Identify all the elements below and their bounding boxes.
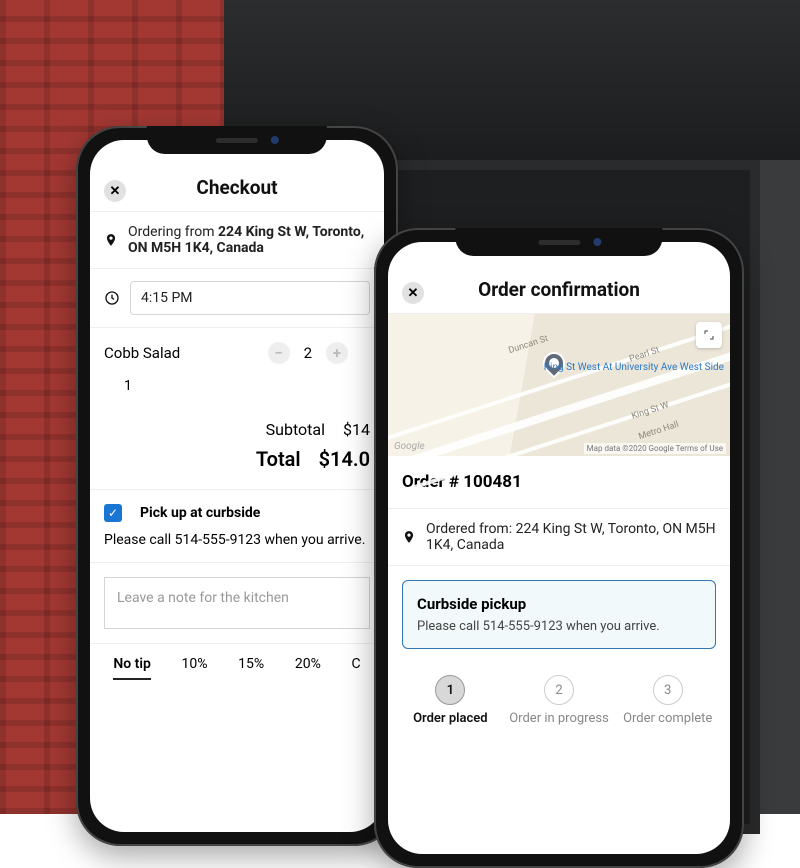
tip-option-none[interactable]: No tip [113,656,151,680]
cart-item-qty: 2 [304,344,312,362]
map-road-label: King St W [631,400,671,421]
order-number: Order # 100481 [388,456,730,509]
curbside-card: Curbside pickup Please call 514-555-9123… [402,580,716,649]
cart-item-subqty: 1 [90,378,384,410]
confirmation-title: Order confirmation [478,278,640,301]
pin-icon [104,231,118,249]
step-order-placed: 1 Order placed [396,675,505,726]
qty-plus-button[interactable]: + [326,342,348,364]
tip-option-15[interactable]: 15% [238,656,264,680]
ordering-prefix: Ordering from [128,224,218,240]
curbside-checkbox[interactable]: ✓ [104,504,122,522]
phone-notch [455,228,662,256]
tip-option-10[interactable]: 10% [182,656,208,680]
curbside-section: ✓ Pick up at curbside Please call 514-55… [90,490,384,563]
step-label: Order complete [613,711,722,726]
pickup-time-row: 4:15 PM [90,269,384,328]
totals: Subtotal $14 Total $14.0 [90,410,384,490]
curbside-message: Please call 514-555-9123 when you arrive… [104,532,370,548]
step-order-progress: 2 Order in progress [505,675,614,726]
tip-option-20[interactable]: 20% [295,656,321,680]
map-transit-label: King St West At University Ave West Side [544,362,724,374]
curbside-label: Pick up at curbside [140,505,260,521]
expand-icon [703,329,715,341]
phone-notch [147,126,327,154]
order-steps: 1 Order placed 2 Order in progress 3 Ord… [388,663,730,726]
map-expand-button[interactable] [696,322,722,348]
phone-confirmation: ✕ Order confirmation Duncan St Pearl St … [374,228,744,868]
curbside-card-title: Curbside pickup [417,595,701,613]
total-value: $14.0 [319,447,370,471]
pin-icon [402,528,416,546]
tip-selector: No tip 10% 15% 20% C [90,643,384,692]
confirmation-screen: ✕ Order confirmation Duncan St Pearl St … [388,242,730,854]
clock-icon [104,290,120,306]
cart-item-name: Cobb Salad [104,344,180,362]
ordering-from: Ordering from 224 King St W, Toronto, ON… [90,212,384,269]
qty-minus-button[interactable]: − [268,342,290,364]
step-number: 2 [544,675,574,705]
step-order-complete: 3 Order complete [613,675,722,726]
ordered-from: Ordered from: 224 King St W, Toronto, ON… [388,509,730,566]
checkout-title: Checkout [196,176,277,199]
phone-checkout: ✕ Checkout Ordering from 224 King St W, … [76,126,398,846]
step-label: Order placed [396,711,505,726]
pickup-time-input[interactable]: 4:15 PM [130,281,370,315]
step-number: 1 [435,675,465,705]
step-label: Order in progress [505,711,614,726]
kitchen-note-input[interactable]: Leave a note for the kitchen [104,577,370,629]
checkout-screen: ✕ Checkout Ordering from 224 King St W, … [90,140,384,832]
step-number: 3 [653,675,683,705]
cart-item-row: Cobb Salad − 2 + [90,328,384,378]
house-number: 1 [751,20,786,100]
tip-option-custom[interactable]: C [351,656,360,680]
total-label: Total [256,447,301,471]
subtotal-label: Subtotal [266,420,325,439]
google-logo: Google [394,441,425,452]
subtotal-value: $14 [343,420,370,439]
map-road-label: Metro Hall [638,420,681,442]
map-attribution: Map data ©2020 Google Terms of Use [584,443,726,454]
map-view[interactable]: Duncan St Pearl St King St W Metro Hall … [388,314,730,456]
close-button[interactable]: ✕ [402,282,424,304]
close-button[interactable]: ✕ [104,180,126,202]
ordered-prefix: Ordered from: [426,521,516,537]
map-road-label: Duncan St [507,334,549,356]
curbside-card-message: Please call 514-555-9123 when you arrive… [417,619,701,634]
